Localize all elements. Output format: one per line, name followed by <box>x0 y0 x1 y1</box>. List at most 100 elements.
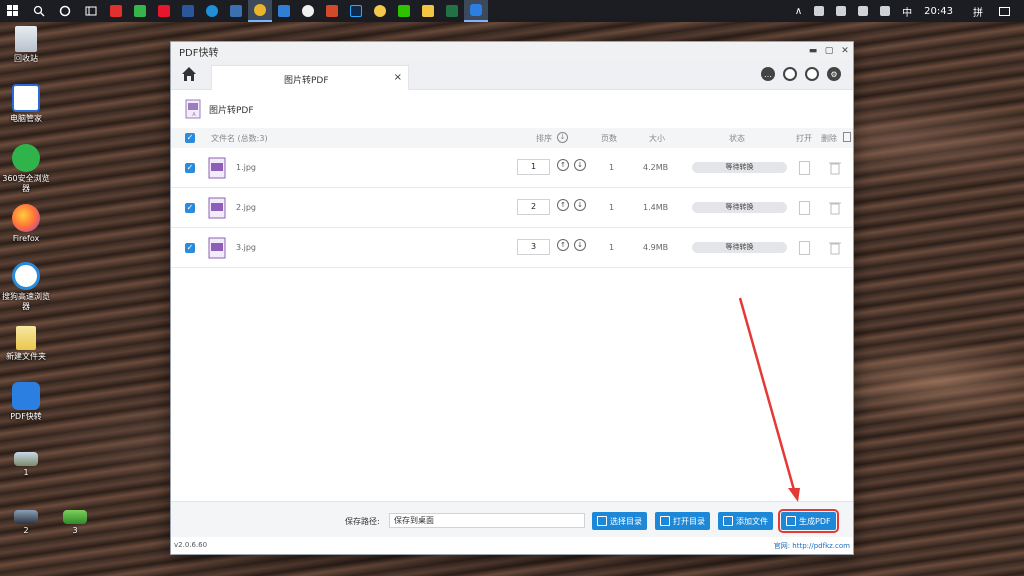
taskbar-app-mail-icon[interactable] <box>320 0 344 22</box>
start-button[interactable] <box>0 0 26 22</box>
table-row[interactable]: ✓ 3.jpg 3 ↑ ↓ 1 4.9MB 等待转换 <box>171 228 853 268</box>
row-checkbox[interactable]: ✓ <box>185 243 195 253</box>
user-icon[interactable] <box>805 67 819 81</box>
taskbar-app-edge-icon[interactable] <box>200 0 224 22</box>
trash-icon[interactable] <box>829 161 841 175</box>
desktop-icon-360-browser[interactable]: 360安全浏览器 <box>0 144 52 194</box>
taskbar-app-excel-icon[interactable] <box>440 0 464 22</box>
taskbar-app-photoshop-icon[interactable] <box>344 0 368 22</box>
ime-mode[interactable]: 拼 <box>973 4 983 19</box>
move-down-icon[interactable]: ↓ <box>574 239 586 251</box>
image-thumbnail-icon <box>14 452 38 466</box>
website-link[interactable]: 官网: http://pdfkz.com <box>774 541 850 551</box>
image-file-icon <box>208 197 226 219</box>
save-icon <box>597 516 607 526</box>
table-row[interactable]: ✓ 2.jpg 2 ↑ ↓ 1 1.4MB 等待转换 <box>171 188 853 228</box>
minimize-icon[interactable]: ▬ <box>805 46 821 56</box>
move-up-icon[interactable]: ↑ <box>557 239 569 251</box>
taskbar-app-emoji-icon[interactable] <box>368 0 392 22</box>
clock[interactable]: 20:43 <box>924 6 953 17</box>
table-row[interactable]: ✓ 1.jpg 1 ↑ ↓ 1 4.2MB 等待转换 <box>171 148 853 188</box>
chat-icon[interactable]: … <box>761 67 775 81</box>
notification-icon[interactable] <box>999 6 1010 16</box>
firefox-icon <box>12 204 40 232</box>
taskbar-app-qq-icon[interactable] <box>296 0 320 22</box>
page-count: 1 <box>609 243 615 252</box>
desktop-icon-pc-manager[interactable]: 电脑管家 <box>0 84 52 124</box>
desktop-icon-label: 2 <box>23 526 29 535</box>
desktop-icon-recycle-bin[interactable]: 回收站 <box>0 26 52 64</box>
desktop-icon-label: PDF快转 <box>10 412 42 421</box>
desktop-icon-pdfkz[interactable]: PDF快转 <box>0 382 52 422</box>
folder-icon <box>16 326 36 350</box>
desktop-icon-new-folder[interactable]: 新建文件夹 <box>0 326 52 362</box>
move-up-icon[interactable]: ↑ <box>557 159 569 171</box>
taskbar-app-word-icon[interactable] <box>176 0 200 22</box>
taskbar-app-explorer-icon[interactable] <box>416 0 440 22</box>
tab-image-to-pdf[interactable]: 图片转PDF × <box>211 65 409 90</box>
order-input[interactable]: 2 <box>517 199 550 215</box>
recycle-bin-icon <box>15 26 37 52</box>
open-file-icon[interactable] <box>799 241 810 255</box>
open-dir-button[interactable]: 打开目录 <box>655 512 710 530</box>
desktop-icon-image-2[interactable]: 2 <box>0 510 52 536</box>
search-icon[interactable] <box>26 0 52 22</box>
battery-icon[interactable] <box>836 6 847 16</box>
taskbar-app-weibo-icon[interactable] <box>152 0 176 22</box>
file-name: 1.jpg <box>236 163 257 172</box>
open-file-icon[interactable] <box>799 201 810 215</box>
pdf-file-icon <box>786 516 796 526</box>
trash-icon[interactable] <box>829 201 841 215</box>
taskbar-app-chrome-icon[interactable] <box>248 0 272 22</box>
sort-icon[interactable]: ↓ <box>557 132 568 143</box>
desktop-icon-image-3[interactable]: 3 <box>49 510 101 536</box>
order-input[interactable]: 1 <box>517 159 550 175</box>
volume-icon[interactable] <box>880 6 891 16</box>
pdfkz-cloud-icon <box>12 382 40 410</box>
trash-icon[interactable] <box>829 241 841 255</box>
select-all-checkbox[interactable]: ✓ <box>185 133 195 143</box>
order-input[interactable]: 3 <box>517 239 550 255</box>
tab-close-icon[interactable]: × <box>394 72 402 83</box>
open-file-icon[interactable] <box>799 161 810 175</box>
save-path-label: 保存路径: <box>345 517 380 526</box>
chevron-up-icon[interactable]: ∧ <box>795 6 802 17</box>
image-file-icon <box>208 237 226 259</box>
row-checkbox[interactable]: ✓ <box>185 203 195 213</box>
add-file-button[interactable]: 添加文件 <box>718 512 773 530</box>
desktop-icon-image-1[interactable]: 1 <box>0 452 52 478</box>
desktop-icon-sogou-browser[interactable]: 搜狗高速浏览器 <box>0 262 52 312</box>
image-file-icon <box>208 157 226 179</box>
cortana-icon[interactable] <box>52 0 78 22</box>
wifi-icon[interactable] <box>858 6 869 16</box>
headset-icon[interactable] <box>783 67 797 81</box>
desktop-icon-firefox[interactable]: Firefox <box>0 204 52 244</box>
gear-icon[interactable]: ⚙ <box>827 67 841 81</box>
close-icon[interactable]: ✕ <box>837 46 853 56</box>
select-dir-button[interactable]: 选择目录 <box>592 512 647 530</box>
taskbar-app-netease-icon[interactable] <box>104 0 128 22</box>
maximize-icon[interactable]: ▢ <box>821 46 837 56</box>
image-thumbnail-icon <box>14 510 38 524</box>
generate-pdf-button[interactable]: 生成PDF <box>778 509 839 533</box>
move-down-icon[interactable]: ↓ <box>574 159 586 171</box>
move-down-icon[interactable]: ↓ <box>574 199 586 211</box>
taskbar-app-wechat-icon[interactable] <box>392 0 416 22</box>
taskbar-app-iqiyi-icon[interactable] <box>128 0 152 22</box>
taskbar-app-pdfkz-icon[interactable] <box>464 0 488 22</box>
home-icon[interactable] <box>181 66 197 82</box>
sogou-browser-icon <box>12 262 40 290</box>
ime-indicator[interactable]: 中 <box>902 4 912 19</box>
save-path-input[interactable]: 保存到桌面 <box>389 513 585 528</box>
task-view-icon[interactable] <box>78 0 104 22</box>
window-titlebar[interactable]: PDF快转 ▬ ▢ ✕ <box>171 42 853 60</box>
move-up-icon[interactable]: ↑ <box>557 199 569 211</box>
desktop-icon-label: 搜狗高速浏览器 <box>2 292 50 311</box>
desktop-icon-label: 3 <box>72 526 78 535</box>
taskbar-app-remote-icon[interactable] <box>224 0 248 22</box>
taskbar-app-photos-icon[interactable] <box>272 0 296 22</box>
cloud-icon[interactable] <box>814 6 825 16</box>
delete-all-icon[interactable] <box>843 132 851 142</box>
footer: v2.0.6.60 官网: http://pdfkz.com <box>171 537 853 554</box>
row-checkbox[interactable]: ✓ <box>185 163 195 173</box>
